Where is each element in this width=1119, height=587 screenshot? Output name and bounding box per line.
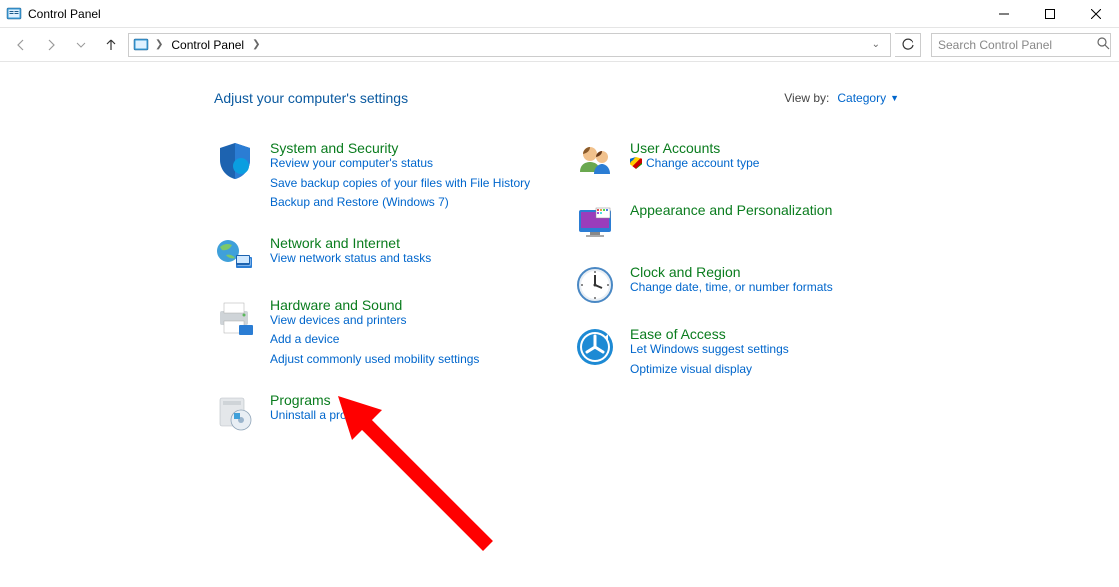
category-system-security: System and Security Review your computer…	[214, 140, 554, 215]
window-title: Control Panel	[28, 7, 101, 21]
recent-dropdown[interactable]	[68, 32, 94, 58]
category-user-accounts: User Accounts Change account type	[574, 140, 914, 182]
search-input[interactable]	[938, 38, 1093, 52]
link-mobility-settings[interactable]: Adjust commonly used mobility settings	[270, 352, 479, 368]
view-by-control: View by: Category ▼	[784, 91, 899, 105]
toolbar: ❯ Control Panel ❯ ⌄	[0, 28, 1119, 62]
page-heading: Adjust your computer's settings	[214, 90, 408, 106]
ease-of-access-icon	[574, 326, 616, 368]
category-link-clock-region[interactable]: Clock and Region	[630, 264, 741, 280]
titlebar: Control Panel	[0, 0, 1119, 28]
category-body: Clock and Region Change date, time, or n…	[630, 264, 833, 306]
category-body: Appearance and Personalization	[630, 202, 832, 244]
category-body: System and Security Review your computer…	[270, 140, 530, 215]
category-link-programs[interactable]: Programs	[270, 392, 331, 408]
link-optimize-visual[interactable]: Optimize visual display	[630, 362, 789, 378]
category-link-appearance[interactable]: Appearance and Personalization	[630, 202, 832, 218]
link-add-device[interactable]: Add a device	[270, 332, 479, 348]
link-windows-suggest[interactable]: Let Windows suggest settings	[630, 342, 789, 358]
control-panel-addr-icon	[133, 37, 149, 53]
category-network-internet: Network and Internet View network status…	[214, 235, 554, 277]
category-body: Network and Internet View network status…	[270, 235, 431, 277]
category-body: Programs Uninstall a program	[270, 392, 374, 434]
category-ease-of-access: Ease of Access Let Windows suggest setti…	[574, 326, 914, 381]
category-body: User Accounts Change account type	[630, 140, 759, 182]
chevron-down-icon: ▼	[890, 93, 899, 103]
right-column: User Accounts Change account type	[574, 140, 914, 454]
view-by-dropdown[interactable]: Category ▼	[837, 91, 899, 105]
link-review-status[interactable]: Review your computer's status	[270, 156, 530, 172]
printer-icon	[214, 297, 256, 339]
window-controls	[981, 0, 1119, 27]
up-button[interactable]	[98, 32, 124, 58]
link-backup-restore[interactable]: Backup and Restore (Windows 7)	[270, 195, 530, 211]
breadcrumb-root[interactable]: Control Panel	[169, 38, 246, 52]
link-change-account-type[interactable]: Change account type	[630, 156, 759, 172]
category-hardware-sound: Hardware and Sound View devices and prin…	[214, 297, 554, 372]
category-programs: Programs Uninstall a program	[214, 392, 554, 434]
search-box[interactable]	[931, 33, 1111, 57]
link-change-date-time[interactable]: Change date, time, or number formats	[630, 280, 833, 296]
shield-icon	[214, 140, 256, 182]
view-by-label: View by:	[784, 91, 829, 105]
link-uninstall-program[interactable]: Uninstall a program	[270, 408, 374, 424]
address-bar[interactable]: ❯ Control Panel ❯ ⌄	[128, 33, 891, 57]
control-panel-icon	[6, 6, 22, 22]
category-columns: System and Security Review your computer…	[214, 140, 1099, 454]
link-file-history[interactable]: Save backup copies of your files with Fi…	[270, 176, 530, 192]
content-header: Adjust your computer's settings View by:…	[214, 90, 1099, 106]
back-button[interactable]	[8, 32, 34, 58]
category-link-user-accounts[interactable]: User Accounts	[630, 140, 720, 156]
category-link-system-security[interactable]: System and Security	[270, 140, 398, 156]
minimize-button[interactable]	[981, 0, 1027, 27]
view-by-value: Category	[837, 91, 886, 105]
category-body: Hardware and Sound View devices and prin…	[270, 297, 479, 372]
category-link-ease-of-access[interactable]: Ease of Access	[630, 326, 726, 342]
left-column: System and Security Review your computer…	[214, 140, 554, 454]
refresh-button[interactable]	[895, 33, 921, 57]
forward-button[interactable]	[38, 32, 64, 58]
close-button[interactable]	[1073, 0, 1119, 27]
category-link-hardware[interactable]: Hardware and Sound	[270, 297, 402, 313]
address-dropdown[interactable]: ⌄	[866, 39, 886, 50]
search-icon[interactable]	[1097, 37, 1110, 53]
link-network-status[interactable]: View network status and tasks	[270, 251, 431, 267]
category-appearance: Appearance and Personalization	[574, 202, 914, 244]
chevron-right-icon[interactable]: ❯	[153, 39, 165, 50]
category-clock-region: Clock and Region Change date, time, or n…	[574, 264, 914, 306]
users-icon	[574, 140, 616, 182]
monitor-appearance-icon	[574, 202, 616, 244]
link-devices-printers[interactable]: View devices and printers	[270, 313, 479, 329]
programs-icon	[214, 392, 256, 434]
clock-icon	[574, 264, 616, 306]
maximize-button[interactable]	[1027, 0, 1073, 27]
category-body: Ease of Access Let Windows suggest setti…	[630, 326, 789, 381]
chevron-right-icon[interactable]: ❯	[250, 39, 262, 50]
globe-network-icon	[214, 235, 256, 277]
content-area: Adjust your computer's settings View by:…	[0, 62, 1119, 454]
category-link-network[interactable]: Network and Internet	[270, 235, 400, 251]
